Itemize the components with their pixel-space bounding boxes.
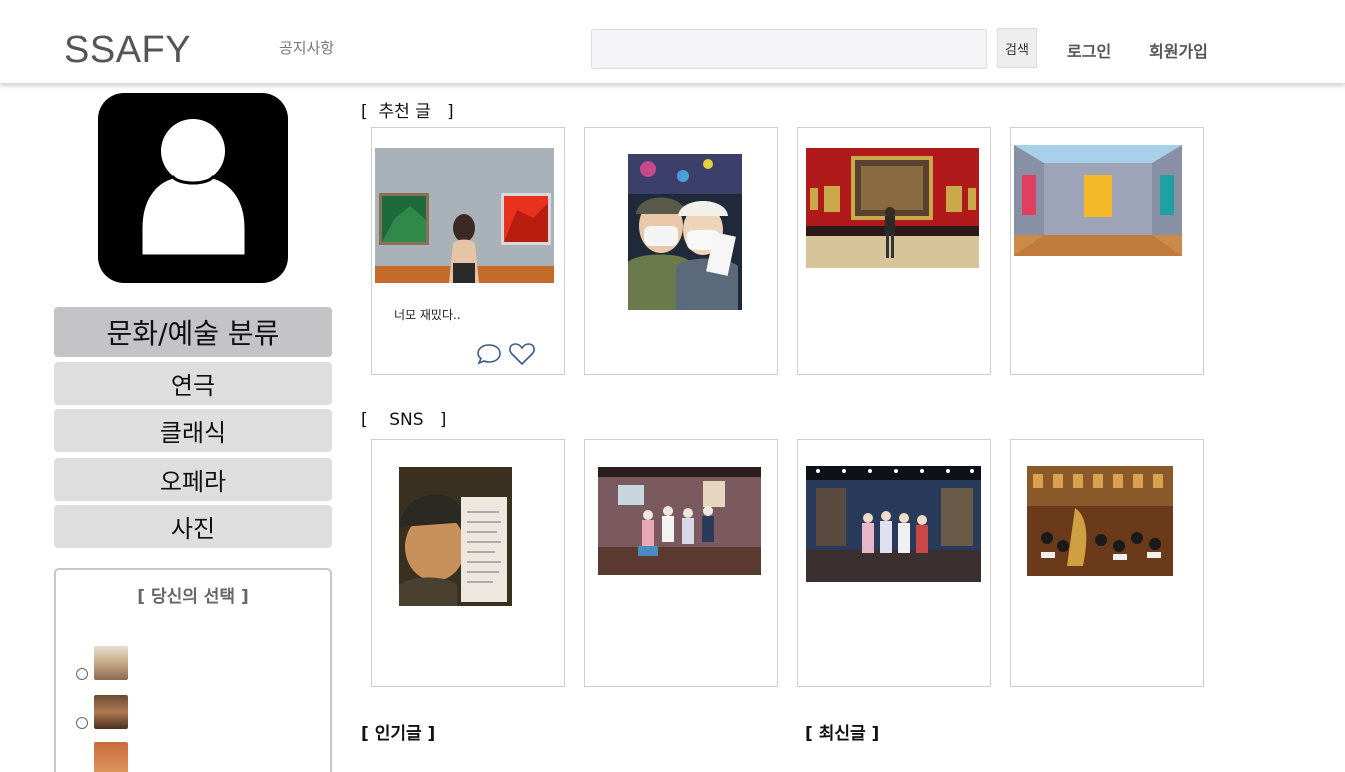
site-logo[interactable]: SSAFY bbox=[64, 28, 191, 72]
person-icon bbox=[139, 119, 248, 258]
post-image bbox=[1014, 145, 1182, 256]
post-image bbox=[399, 467, 512, 606]
popular-title: [ 인기글 ] bbox=[361, 724, 436, 744]
notice-link[interactable]: 공지사항 bbox=[279, 37, 334, 58]
choice-option[interactable] bbox=[76, 695, 128, 729]
sns-card[interactable] bbox=[1010, 439, 1204, 687]
category-classical-button[interactable]: 클래식 bbox=[54, 409, 332, 452]
comment-icon[interactable] bbox=[476, 342, 502, 370]
post-image bbox=[806, 148, 979, 268]
choice-option[interactable] bbox=[76, 646, 128, 680]
top-header: SSAFY 공지사항 검색 로그인 회원가입 bbox=[0, 0, 1345, 84]
search-button[interactable]: 검색 bbox=[997, 28, 1037, 68]
sns-card[interactable] bbox=[797, 439, 991, 687]
post-image bbox=[1027, 466, 1173, 576]
post-caption: 너모 재밌다.. bbox=[394, 308, 461, 322]
post-image bbox=[375, 148, 554, 283]
choice-thumbnail bbox=[94, 695, 128, 729]
recommended-title: [ 추천 글 ] bbox=[361, 102, 454, 122]
radio-button[interactable] bbox=[76, 668, 88, 680]
sns-title: [ SNS ] bbox=[361, 410, 447, 430]
category-theater-button[interactable]: 연극 bbox=[54, 362, 332, 405]
profile-avatar[interactable] bbox=[98, 93, 288, 283]
choice-thumbnail bbox=[94, 646, 128, 680]
recommended-card[interactable] bbox=[1010, 127, 1204, 375]
sns-card[interactable] bbox=[371, 439, 565, 687]
heart-icon[interactable] bbox=[508, 342, 536, 370]
recommended-card[interactable] bbox=[584, 127, 778, 375]
recommended-card[interactable]: 너모 재밌다.. bbox=[371, 127, 565, 375]
latest-title: [ 최신글 ] bbox=[805, 724, 880, 744]
login-link[interactable]: 로그인 bbox=[1067, 38, 1111, 62]
post-image bbox=[628, 154, 742, 310]
category-photo-button[interactable]: 사진 bbox=[54, 505, 332, 548]
post-image bbox=[598, 467, 761, 575]
search-input[interactable] bbox=[591, 29, 987, 69]
your-choice-panel: [ 당신의 선택 ] bbox=[54, 568, 332, 772]
sns-card[interactable] bbox=[584, 439, 778, 687]
post-image bbox=[806, 466, 981, 582]
choice-option[interactable] bbox=[76, 742, 128, 772]
choice-title: [ 당신의 선택 ] bbox=[137, 587, 249, 607]
choice-thumbnail bbox=[94, 742, 128, 772]
radio-button[interactable] bbox=[76, 717, 88, 729]
signup-link[interactable]: 회원가입 bbox=[1149, 38, 1208, 62]
category-header: 문화/예술 분류 bbox=[54, 307, 332, 357]
recommended-card[interactable] bbox=[797, 127, 991, 375]
category-opera-button[interactable]: 오페라 bbox=[54, 458, 332, 501]
